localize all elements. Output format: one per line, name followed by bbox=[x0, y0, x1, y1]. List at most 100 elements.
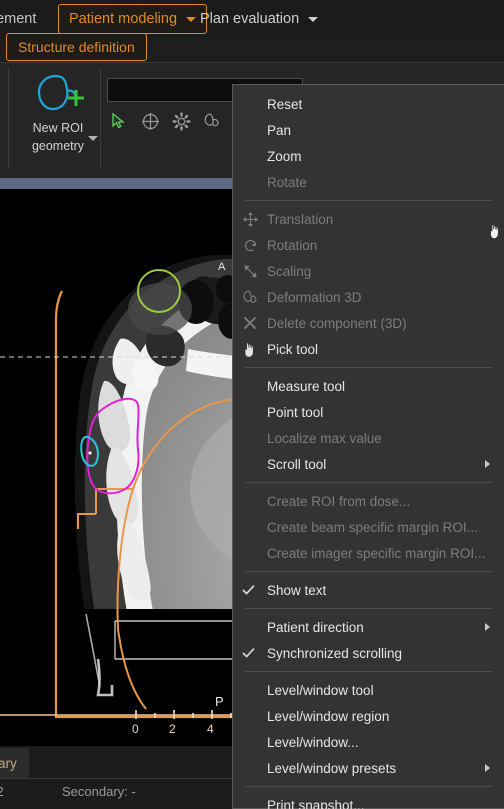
menu-item-label: Measure tool bbox=[267, 378, 346, 394]
menu-item-create-roi-from-dose: Create ROI from dose... bbox=[233, 488, 504, 514]
menu-item-label: Reset bbox=[267, 96, 303, 112]
tab-plan-evaluation[interactable]: Plan evaluation bbox=[190, 4, 328, 34]
menu-item-label: Translation bbox=[267, 211, 334, 227]
deform-blob-icon bbox=[239, 284, 261, 310]
crosshair-icon[interactable] bbox=[138, 110, 162, 132]
new-roi-geometry-button[interactable]: New ROI geometry bbox=[16, 67, 100, 171]
menu-item-label: Delete component (3D) bbox=[267, 315, 407, 331]
menu-item-label: Localize max value bbox=[267, 430, 382, 446]
bottom-tab-primary-partial[interactable]: ary bbox=[0, 748, 29, 778]
menu-item-scroll-tool[interactable]: Scroll tool bbox=[233, 451, 504, 477]
menu-item-label: Pick tool bbox=[267, 341, 319, 357]
tab-plan-evaluation-label: Plan evaluation bbox=[200, 11, 300, 27]
new-roi-icon bbox=[27, 73, 89, 118]
new-roi-label-line1: New ROI bbox=[32, 121, 84, 135]
status-date: 022 bbox=[0, 784, 4, 799]
chevron-down-icon[interactable] bbox=[88, 136, 98, 141]
menu-item-level-window-region[interactable]: Level/window region bbox=[233, 703, 504, 729]
menu-item-print-snapshot[interactable]: Print snapshot... bbox=[233, 792, 504, 809]
menu-item-create-imager-specific-margin-roi: Create imager specific margin ROI... bbox=[233, 540, 504, 566]
menu-item-label: Scaling bbox=[267, 263, 312, 279]
tab-patient-modeling-label: Patient modeling bbox=[69, 11, 178, 27]
menu-item-label: Level/window region bbox=[267, 708, 390, 724]
pointer-icon[interactable] bbox=[107, 110, 131, 132]
rotate-arrow-icon bbox=[239, 232, 261, 258]
menu-item-measure-tool[interactable]: Measure tool bbox=[233, 373, 504, 399]
menu-item-create-beam-specific-margin-roi: Create beam specific margin ROI... bbox=[233, 514, 504, 540]
menu-item-level-window-presets[interactable]: Level/window presets bbox=[233, 755, 504, 781]
menu-item-label: Patient direction bbox=[267, 619, 364, 635]
group-divider bbox=[8, 69, 9, 169]
tab-management-partial[interactable]: gement bbox=[0, 4, 46, 34]
menu-item-translation: Translation bbox=[233, 206, 504, 232]
menu-separator bbox=[245, 200, 492, 201]
menu-item-label: Level/window tool bbox=[267, 682, 374, 698]
checkmark-icon bbox=[242, 640, 255, 666]
menu-separator bbox=[245, 482, 492, 483]
menu-item-label: Create beam specific margin ROI... bbox=[267, 519, 478, 535]
menu-item-label: Point tool bbox=[267, 404, 324, 420]
bottom-tab-label: ary bbox=[0, 755, 17, 771]
menu-separator bbox=[245, 608, 492, 609]
tab-patient-modeling[interactable]: Patient modeling bbox=[58, 4, 208, 34]
new-roi-label-line2: geometry bbox=[31, 139, 85, 153]
menu-item-synchronized-scrolling[interactable]: Synchronized scrolling bbox=[233, 640, 504, 666]
status-secondary: Secondary: - bbox=[62, 784, 136, 799]
menu-item-rotate: Rotate bbox=[233, 169, 504, 195]
menu-separator bbox=[245, 671, 492, 672]
menu-item-show-text[interactable]: Show text bbox=[233, 577, 504, 603]
menu-item-label: Rotation bbox=[267, 237, 318, 253]
menu-item-level-window-tool[interactable]: Level/window tool bbox=[233, 677, 504, 703]
menu-item-pick-tool[interactable]: Pick tool bbox=[233, 336, 504, 362]
menu-item-scaling: Scaling bbox=[233, 258, 504, 284]
menu-separator bbox=[245, 571, 492, 572]
menu-item-label: Level/window... bbox=[267, 734, 359, 750]
menu-item-label: Show text bbox=[267, 582, 327, 598]
roi-blob-icon[interactable] bbox=[200, 110, 224, 132]
menu-separator bbox=[245, 786, 492, 787]
group-divider bbox=[100, 69, 101, 169]
pick-hand-icon bbox=[239, 336, 261, 362]
menu-item-point-tool[interactable]: Point tool bbox=[233, 399, 504, 425]
menu-item-label: Create ROI from dose... bbox=[267, 493, 411, 509]
ruler-tick-4: 4 bbox=[207, 722, 214, 736]
orientation-label-posterior: P bbox=[215, 694, 224, 709]
ribbon-tab-strip: gement Patient modeling Plan evaluation … bbox=[0, 0, 504, 61]
close-x-icon bbox=[239, 310, 261, 336]
menu-item-pan[interactable]: Pan bbox=[233, 117, 504, 143]
menu-item-delete-component-3d: Delete component (3D) bbox=[233, 310, 504, 336]
viewport-context-menu[interactable]: Reset Pan Zoom Rotate Translation Rotation Sca… bbox=[232, 84, 504, 809]
submenu-arrow-icon bbox=[485, 614, 490, 640]
move-arrows-icon bbox=[239, 206, 261, 232]
menu-item-label: Synchronized scrolling bbox=[267, 645, 403, 661]
menu-item-label: Zoom bbox=[267, 148, 302, 164]
menu-item-deformation-3d: Deformation 3D bbox=[233, 284, 504, 310]
ruler-tick-0: 0 bbox=[132, 722, 139, 736]
subtab-structure-definition[interactable]: Structure definition bbox=[6, 33, 147, 61]
menu-item-label: Print snapshot... bbox=[267, 797, 365, 809]
menu-item-rotation: Rotation bbox=[233, 232, 504, 258]
menu-item-zoom[interactable]: Zoom bbox=[233, 143, 504, 169]
menu-item-reset[interactable]: Reset bbox=[233, 91, 504, 117]
menu-item-patient-direction[interactable]: Patient direction bbox=[233, 614, 504, 640]
submenu-arrow-icon bbox=[485, 451, 490, 477]
ruler-tick-2: 2 bbox=[169, 722, 176, 736]
menu-separator bbox=[245, 367, 492, 368]
orientation-label-anterior: A bbox=[218, 261, 226, 273]
hand-cursor-icon bbox=[488, 222, 502, 240]
menu-item-label: Rotate bbox=[267, 174, 307, 190]
menu-item-level-window[interactable]: Level/window... bbox=[233, 729, 504, 755]
tab-management-label: gement bbox=[0, 11, 37, 27]
subtab-structure-definition-label: Structure definition bbox=[18, 39, 135, 55]
menu-item-localize-max-value: Localize max value bbox=[233, 425, 504, 451]
gear-icon[interactable] bbox=[169, 110, 193, 132]
menu-item-label: Scroll tool bbox=[267, 456, 327, 472]
application-window: gement Patient modeling Plan evaluation … bbox=[0, 0, 504, 809]
menu-item-label: Pan bbox=[267, 122, 292, 138]
menu-item-label: Level/window presets bbox=[267, 760, 397, 776]
menu-item-label: Deformation 3D bbox=[267, 289, 362, 305]
submenu-arrow-icon bbox=[485, 755, 490, 781]
scale-arrow-icon bbox=[239, 258, 261, 284]
checkmark-icon bbox=[242, 577, 255, 603]
menu-item-label: Create imager specific margin ROI... bbox=[267, 545, 486, 561]
